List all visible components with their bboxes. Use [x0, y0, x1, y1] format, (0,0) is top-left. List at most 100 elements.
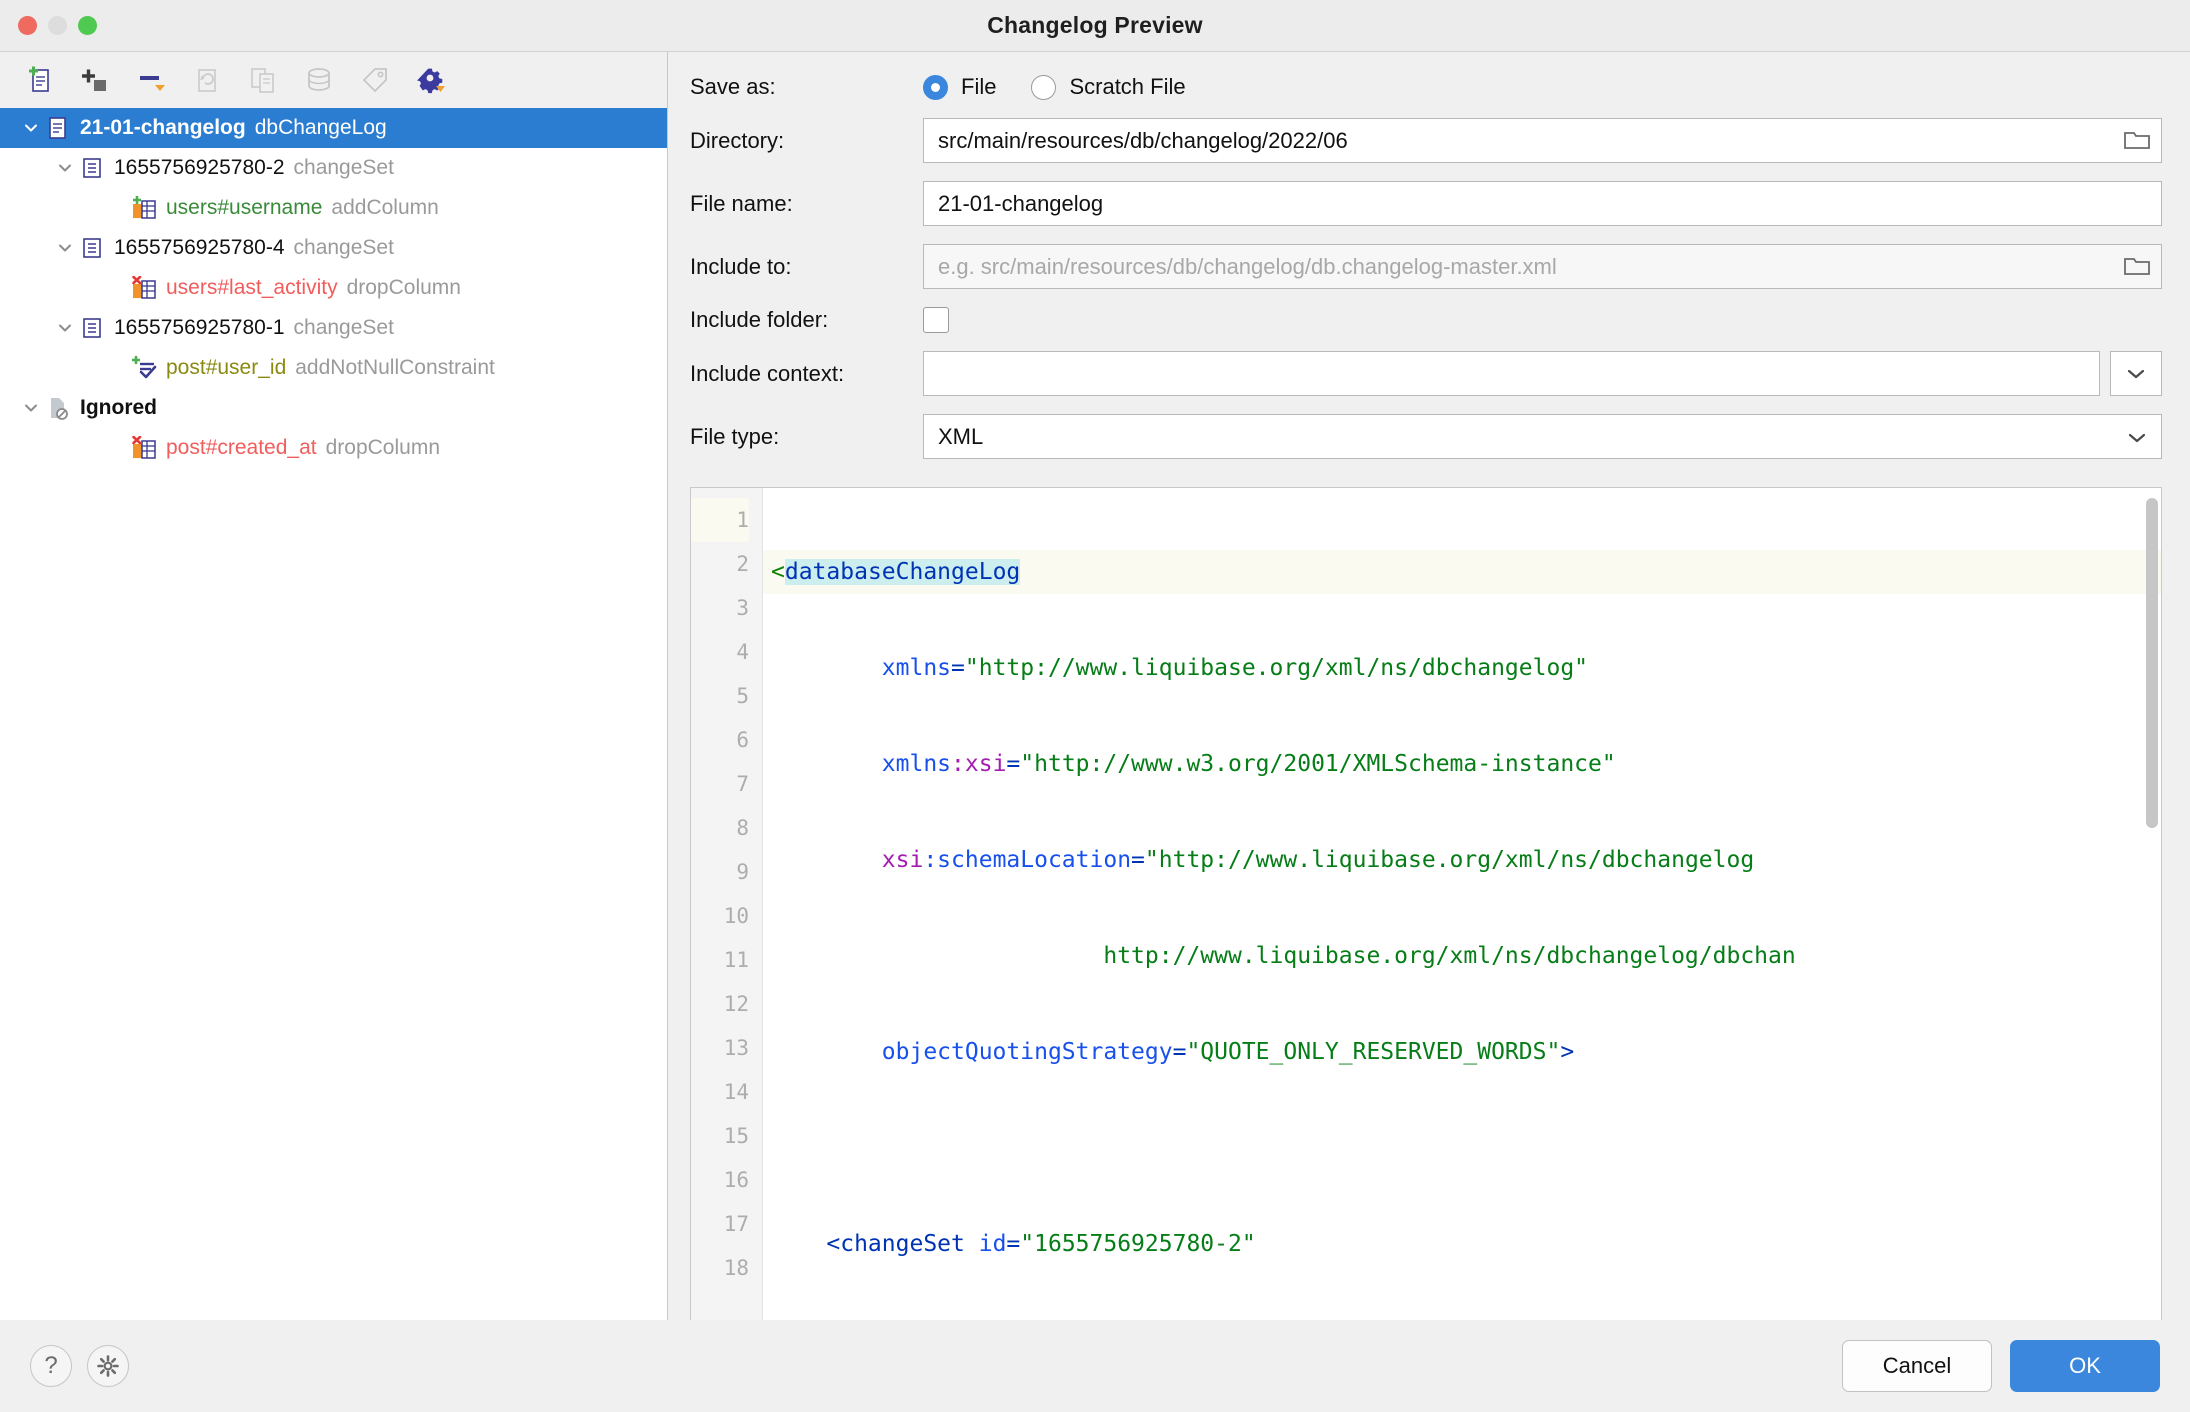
code-line: xmlns="http://www.liquibase.org/xml/ns/d…: [763, 646, 2161, 690]
editor-code-area[interactable]: <databaseChangeLog xmlns="http://www.liq…: [763, 488, 2161, 1320]
folder-browse-icon[interactable]: [2123, 255, 2151, 279]
line-number: 18: [691, 1246, 749, 1290]
tree-node-type: changeSet: [294, 236, 394, 260]
radio-scratch-file-label[interactable]: Scratch File: [1069, 74, 1185, 100]
tree-row-changeset-1[interactable]: 1655756925780-1 changeSet: [0, 308, 667, 348]
include-context-row: Include context:: [690, 351, 2162, 396]
cancel-button[interactable]: Cancel: [1842, 1340, 1992, 1392]
tree-node-label: 1655756925780-4: [114, 236, 285, 260]
line-number: 10: [691, 894, 749, 938]
tree-node-type: changeSet: [294, 156, 394, 180]
include-to-placeholder: e.g. src/main/resources/db/changelog/db.…: [938, 254, 1557, 280]
zoom-window-button[interactable]: [78, 16, 97, 35]
radio-scratch-file[interactable]: [1031, 75, 1056, 100]
editor-vertical-scrollbar[interactable]: [2146, 498, 2158, 828]
tree-row-ignored[interactable]: Ignored: [0, 388, 667, 428]
include-to-label: Include to:: [690, 254, 923, 280]
chevron-down-icon[interactable]: [52, 315, 78, 341]
changelog-file-icon: [44, 114, 72, 142]
radio-file-label[interactable]: File: [961, 74, 996, 100]
line-number: 15: [691, 1114, 749, 1158]
line-number: 9: [691, 850, 749, 894]
file-name-value: 21-01-changelog: [938, 191, 1103, 217]
tree-row-root[interactable]: 21-01-changelog dbChangeLog: [0, 108, 667, 148]
changelog-tree[interactable]: 21-01-changelog dbChangeLog: [0, 108, 667, 1320]
file-type-row: File type: XML: [690, 414, 2162, 459]
tree-node-type: changeSet: [294, 316, 394, 340]
directory-input[interactable]: src/main/resources/db/changelog/2022/06: [923, 118, 2162, 163]
line-number: 4: [691, 630, 749, 674]
line-number: 6: [691, 718, 749, 762]
save-as-label: Save as:: [690, 74, 923, 100]
line-number: 12: [691, 982, 749, 1026]
tree-node-label: users#username: [166, 196, 322, 220]
line-number: 3: [691, 586, 749, 630]
chevron-down-icon[interactable]: [52, 155, 78, 181]
xml-preview-editor[interactable]: 1 2 3 4 5 6 7 8 9 10 11 12 13 14 15 16 1: [690, 487, 2162, 1320]
chevron-down-icon[interactable]: [2127, 424, 2147, 450]
file-type-label: File type:: [690, 424, 923, 450]
tree-row-changeset-4[interactable]: 1655756925780-4 changeSet: [0, 228, 667, 268]
chevron-down-icon[interactable]: [52, 235, 78, 261]
changeset-icon: [78, 314, 106, 342]
line-number: 2: [691, 542, 749, 586]
ignored-icon: [44, 394, 72, 422]
drop-column-icon: [130, 274, 158, 302]
tree-row-users-username[interactable]: users#username addColumn: [0, 188, 667, 228]
changelog-tree-pane: 21-01-changelog dbChangeLog: [0, 52, 668, 1320]
ok-button[interactable]: OK: [2010, 1340, 2160, 1392]
tree-node-label: Ignored: [80, 396, 157, 420]
include-folder-checkbox[interactable]: [923, 307, 949, 333]
help-button[interactable]: ?: [30, 1345, 72, 1387]
tree-toolbar: [0, 52, 667, 108]
include-folder-row: Include folder:: [690, 307, 2162, 333]
save-as-row: Save as: File Scratch File: [690, 74, 2162, 100]
add-column-icon: [130, 194, 158, 222]
editor-line-numbers: 1 2 3 4 5 6 7 8 9 10 11 12 13 14 15 16 1: [691, 488, 763, 1320]
tree-node-type: dropColumn: [326, 436, 440, 460]
include-context-input[interactable]: [923, 351, 2100, 396]
radio-file[interactable]: [923, 75, 948, 100]
tree-node-label: post#created_at: [166, 436, 317, 460]
include-to-input[interactable]: e.g. src/main/resources/db/changelog/db.…: [923, 244, 2162, 289]
code-line: http://www.liquibase.org/xml/ns/dbchange…: [763, 934, 2161, 978]
close-window-button[interactable]: [18, 16, 37, 35]
database-icon: [302, 63, 336, 97]
copy-changes-icon: [246, 63, 280, 97]
tree-row-changeset-2[interactable]: 1655756925780-2 changeSet: [0, 148, 667, 188]
include-context-control: [923, 351, 2162, 396]
tree-node-type: addNotNullConstraint: [295, 356, 495, 380]
tree-row-post-user-id[interactable]: post#user_id addNotNullConstraint: [0, 348, 667, 388]
folder-browse-icon[interactable]: [2123, 129, 2151, 153]
file-name-input[interactable]: 21-01-changelog: [923, 181, 2162, 226]
save-options-pane: Save as: File Scratch File Directory: sr…: [668, 52, 2190, 1320]
chevron-down-icon[interactable]: [18, 115, 44, 141]
drop-column-icon: [130, 434, 158, 462]
tree-row-users-last-activity[interactable]: users#last_activity dropColumn: [0, 268, 667, 308]
add-changeset-icon[interactable]: [78, 63, 112, 97]
file-name-label: File name:: [690, 191, 923, 217]
minimize-window-button[interactable]: [48, 16, 67, 35]
file-name-row: File name: 21-01-changelog: [690, 181, 2162, 226]
file-type-select[interactable]: XML: [923, 414, 2162, 459]
window-controls: [0, 16, 97, 35]
settings-gear-icon[interactable]: [414, 63, 448, 97]
tree-node-label: post#user_id: [166, 356, 286, 380]
include-context-dropdown-button[interactable]: [2110, 351, 2162, 396]
exclude-icon[interactable]: [134, 63, 168, 97]
revert-icon: [190, 63, 224, 97]
tree-row-post-created-at[interactable]: post#created_at dropColumn: [0, 428, 667, 468]
chevron-down-icon[interactable]: [18, 395, 44, 421]
line-number: 17: [691, 1202, 749, 1246]
code-line: <databaseChangeLog: [763, 550, 2161, 594]
changelog-preview-dialog: Changelog Preview: [0, 0, 2190, 1412]
save-as-radio-group[interactable]: File Scratch File: [923, 74, 1208, 100]
tree-node-label: users#last_activity: [166, 276, 338, 300]
new-changelog-icon[interactable]: [22, 63, 56, 97]
line-number: 13: [691, 1026, 749, 1070]
line-number: 16: [691, 1158, 749, 1202]
settings-button[interactable]: [87, 1345, 129, 1387]
tree-node-label: 1655756925780-2: [114, 156, 285, 180]
directory-value: src/main/resources/db/changelog/2022/06: [938, 128, 1348, 154]
changeset-icon: [78, 154, 106, 182]
